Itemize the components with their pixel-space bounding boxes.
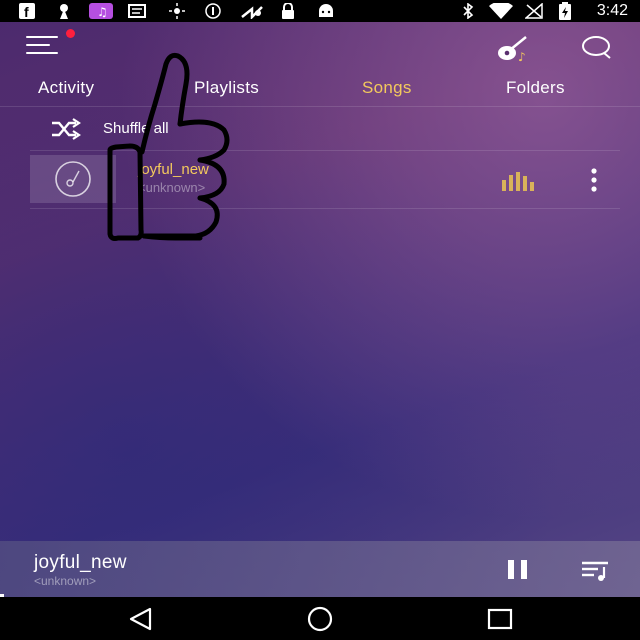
facebook-icon: f (18, 3, 36, 19)
bluetooth-icon (460, 3, 476, 19)
guitar-icon[interactable]: ♪ (496, 34, 532, 64)
more-options-icon[interactable] (585, 167, 603, 193)
messages-icon (128, 3, 146, 19)
no-signal-icon (524, 3, 544, 19)
tab-folders[interactable]: Folders (506, 78, 565, 98)
music-app-icon: ♫ (88, 3, 114, 19)
now-playing-bar[interactable]: joyful_new <unknown> (0, 541, 640, 597)
fast-forward-icon (240, 3, 264, 19)
app-bar: ♪ (0, 22, 640, 74)
navigation-bar (0, 597, 640, 640)
home-icon[interactable] (305, 606, 335, 632)
hamburger-menu-icon[interactable] (26, 29, 75, 60)
keyhole-icon (56, 3, 72, 19)
brightness-icon (168, 3, 186, 19)
pause-icon[interactable] (505, 559, 531, 581)
tabs-divider (0, 106, 640, 107)
search-icon[interactable] (580, 34, 614, 64)
wifi-icon (488, 3, 514, 19)
shuffle-icon (50, 118, 82, 140)
now-playing-title: joyful_new (34, 552, 127, 573)
battery-icon (556, 2, 574, 20)
thumbs-up-drawing (100, 48, 240, 248)
recents-icon[interactable] (485, 606, 515, 632)
status-bar: f ♫ 3:42 (0, 0, 640, 22)
tab-activity[interactable]: Activity (38, 78, 94, 98)
status-time: 3:42 (596, 2, 628, 19)
lock-icon (280, 3, 296, 19)
back-icon[interactable] (126, 606, 156, 632)
now-playing-artist: <unknown> (34, 574, 97, 588)
tab-bar: Activity Playlists Songs Folders (0, 74, 640, 106)
svg-text:♪: ♪ (518, 50, 526, 64)
tab-songs[interactable]: Songs (362, 78, 412, 98)
notification-dot (66, 29, 75, 38)
equalizer-icon (500, 171, 540, 191)
info-icon (204, 3, 222, 19)
android-icon (316, 3, 336, 19)
svg-text:f: f (24, 4, 29, 19)
svg-text:♫: ♫ (97, 5, 108, 19)
queue-icon[interactable] (580, 557, 612, 583)
app-screen: f ♫ 3:42 ♪ Activity Playlists Songs Fold… (0, 0, 640, 640)
